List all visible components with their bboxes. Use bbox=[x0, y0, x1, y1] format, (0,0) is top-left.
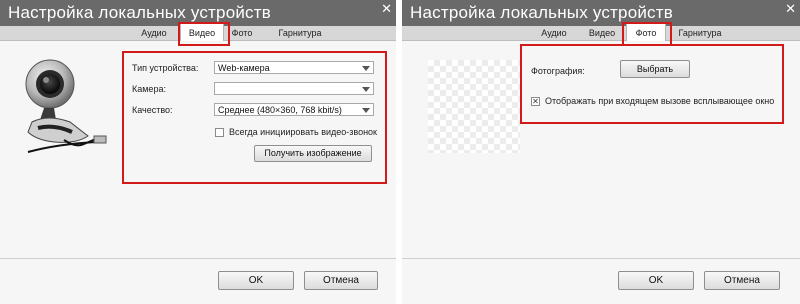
ok-button[interactable]: OK bbox=[618, 271, 694, 290]
quality-label: Качество: bbox=[132, 105, 173, 115]
tab-video[interactable]: Видео bbox=[586, 26, 618, 40]
tab-bar: Аудио Видео Фото Гарнитура bbox=[402, 23, 800, 41]
tab-photo[interactable]: Фото bbox=[228, 26, 256, 40]
always-start-video-checkbox[interactable] bbox=[215, 128, 224, 137]
video-settings-dialog: Настройка локальных устройств ✕ Аудио Ви… bbox=[0, 0, 396, 304]
photo-settings-dialog: Настройка локальных устройств ✕ Аудио Ви… bbox=[402, 0, 800, 304]
chevron-down-icon bbox=[362, 66, 370, 71]
close-icon[interactable]: ✕ bbox=[381, 1, 392, 17]
title-bar: Настройка локальных устройств ✕ bbox=[402, 0, 800, 26]
camera-label: Камера: bbox=[132, 84, 166, 94]
chevron-down-icon bbox=[362, 87, 370, 92]
webcam-icon bbox=[25, 59, 107, 153]
dialog-title: Настройка локальных устройств bbox=[8, 3, 271, 22]
chevron-down-icon bbox=[362, 108, 370, 113]
tab-headset[interactable]: Гарнитура bbox=[276, 26, 324, 40]
tab-audio[interactable]: Аудио bbox=[538, 26, 570, 40]
camera-select[interactable] bbox=[214, 82, 374, 95]
tab-headset[interactable]: Гарнитура bbox=[676, 26, 724, 40]
get-image-button[interactable]: Получить изображение bbox=[254, 145, 372, 162]
quality-value: Среднее (480×360, 768 kbit/s) bbox=[218, 105, 342, 115]
photo-preview bbox=[428, 60, 520, 153]
device-type-value: Web-камера bbox=[218, 63, 270, 73]
footer-separator bbox=[402, 258, 800, 259]
dialog-title: Настройка локальных устройств bbox=[410, 3, 673, 22]
device-type-select[interactable]: Web-камера bbox=[214, 61, 374, 74]
choose-photo-button[interactable]: Выбрать bbox=[620, 60, 690, 78]
popup-label: Отображать при входящем вызове всплывающ… bbox=[545, 96, 775, 106]
photo-label: Фотография: bbox=[531, 66, 585, 76]
close-icon[interactable]: ✕ bbox=[785, 1, 796, 17]
cancel-button[interactable]: Отмена bbox=[304, 271, 378, 290]
always-start-video-label: Всегда инициировать видео-звонок bbox=[229, 127, 377, 137]
tab-audio[interactable]: Аудио bbox=[138, 26, 170, 40]
photo-settings-highlight-frame bbox=[520, 44, 784, 124]
cancel-button[interactable]: Отмена bbox=[704, 271, 780, 290]
tab-highlight-frame bbox=[622, 22, 672, 46]
quality-select[interactable]: Среднее (480×360, 768 kbit/s) bbox=[214, 103, 374, 116]
tab-highlight-frame bbox=[178, 22, 230, 46]
popup-checkbox[interactable]: ✕ bbox=[531, 97, 540, 106]
ok-button[interactable]: OK bbox=[218, 271, 294, 290]
footer-separator bbox=[0, 258, 396, 259]
device-type-label: Тип устройства: bbox=[132, 63, 199, 73]
